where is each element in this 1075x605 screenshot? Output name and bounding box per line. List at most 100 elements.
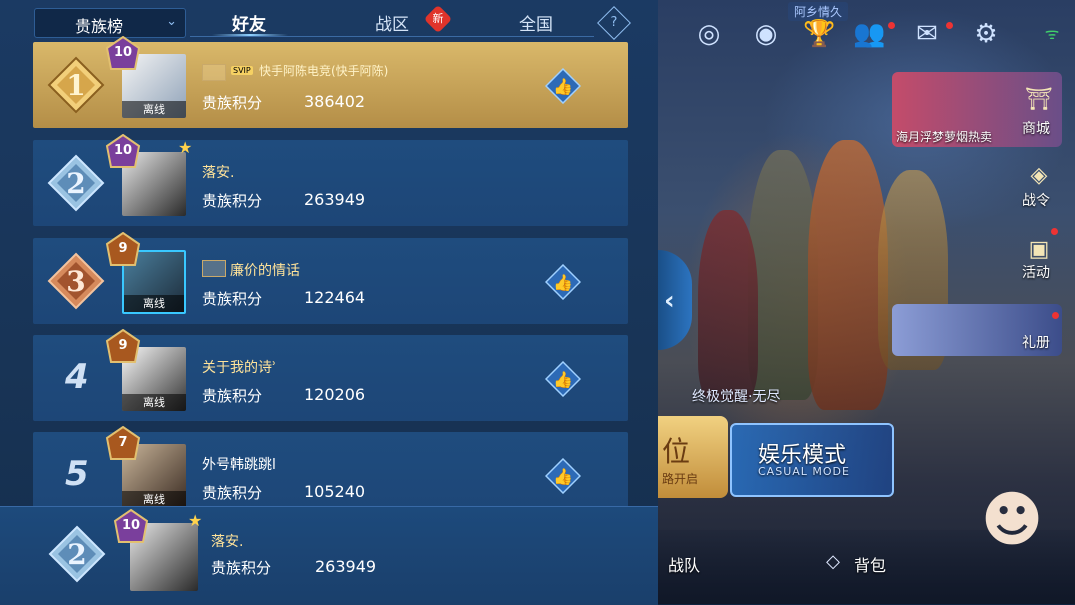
rank-number: 2 bbox=[66, 167, 85, 200]
player-name: 快手阿陈电竞(快手阿陈) bbox=[259, 64, 389, 78]
svg-text:👍: 👍 bbox=[553, 273, 573, 292]
noble-level-badge bbox=[105, 232, 141, 266]
bag-button[interactable]: 背包 bbox=[854, 552, 886, 576]
score-value: 263949 bbox=[315, 557, 377, 576]
noble-level-badge bbox=[105, 329, 141, 363]
bronze-medal-icon: 3 bbox=[47, 252, 105, 310]
star-icon: ★ bbox=[188, 511, 203, 530]
like-icon[interactable]: 👍 bbox=[545, 264, 581, 300]
rank-number: 2 bbox=[67, 538, 86, 571]
new-badge-label: 新 bbox=[432, 12, 444, 25]
score-value: 386402 bbox=[304, 92, 366, 111]
shop-promo-label: 海月浮梦萝烟热卖 bbox=[896, 130, 993, 144]
mail-icon[interactable]: ✉ bbox=[911, 18, 943, 50]
events-icon[interactable]: ▣ bbox=[1024, 236, 1054, 264]
score-value: 120206 bbox=[304, 385, 366, 404]
svg-text:👍: 👍 bbox=[553, 467, 573, 486]
bottom-bar: 战队 ◇ 背包 ☻ bbox=[658, 485, 1075, 604]
notification-dot bbox=[1051, 228, 1058, 235]
star-icon: ★ bbox=[178, 138, 193, 157]
player-name: 廉价的情话 bbox=[230, 263, 300, 279]
chevron-down-icon: ⌄ bbox=[166, 14, 177, 29]
notification-dot bbox=[888, 22, 895, 29]
silver-medal-icon: 2 bbox=[47, 154, 105, 212]
my-rank-row: 2 10 ★ 落安. 贵族积分 263949 bbox=[0, 506, 658, 605]
hero-figure bbox=[698, 210, 758, 400]
book-icon bbox=[202, 260, 226, 277]
ranked-mode-title: 位 bbox=[662, 435, 691, 468]
notification-dot bbox=[1052, 312, 1059, 319]
team-button[interactable]: 战队 bbox=[668, 552, 700, 576]
ranked-mode-card[interactable]: 位 路开启 bbox=[658, 416, 728, 498]
ranking-type-label: 贵族榜 bbox=[75, 17, 124, 36]
help-button[interactable]: ? bbox=[597, 6, 631, 40]
score-label: 贵族积分 bbox=[202, 387, 263, 405]
wifi-icon: ᯤ bbox=[1044, 24, 1060, 43]
casual-mode-button[interactable]: 娱乐模式 CASUAL MODE bbox=[730, 423, 894, 497]
tab-divider bbox=[190, 36, 594, 37]
player-name: 关于我的诗ʾ bbox=[202, 360, 277, 376]
panel-header: 贵族榜 ⌄ 好友 战区 新 全国 ? bbox=[0, 0, 658, 40]
shop-label[interactable]: 商城 bbox=[1022, 118, 1050, 138]
target-icon[interactable]: ◎ bbox=[693, 18, 725, 50]
rank-number: 3 bbox=[66, 265, 85, 298]
tab-region[interactable]: 战区 bbox=[375, 10, 409, 35]
noble-level: 10 bbox=[121, 518, 141, 533]
ranking-type-dropdown[interactable]: 贵族榜 ⌄ bbox=[34, 8, 186, 38]
leaderboard-row[interactable]: 4 离线 9 关于我的诗ʾ 贵族积分 120206 👍 bbox=[33, 329, 628, 421]
leaderboard-row[interactable]: 2 10 ★ 落安. 贵族积分 263949 bbox=[33, 134, 628, 226]
like-icon[interactable]: 👍 bbox=[545, 361, 581, 397]
like-icon[interactable]: 👍 bbox=[545, 68, 581, 104]
player-name: 落安. bbox=[202, 165, 235, 181]
score-label: 贵族积分 bbox=[211, 559, 272, 577]
tab-national[interactable]: 全国 bbox=[519, 10, 553, 35]
offline-label: 离线 bbox=[122, 101, 186, 118]
mode-banner: 终极觉醒·无尽 bbox=[692, 389, 781, 405]
rank-number: 4 bbox=[65, 357, 89, 397]
noble-level-badge bbox=[105, 36, 141, 70]
offline-label: 离线 bbox=[124, 295, 184, 312]
score-value: 105240 bbox=[304, 482, 366, 501]
bag-icon[interactable]: ◇ bbox=[818, 548, 848, 576]
gear-icon[interactable]: ⚙ bbox=[970, 18, 1002, 50]
score-label: 贵族积分 bbox=[202, 192, 263, 210]
friends-icon[interactable]: 👥 bbox=[853, 18, 885, 50]
noble-level-badge bbox=[105, 426, 141, 460]
score-label: 贵族积分 bbox=[202, 484, 263, 502]
score-label: 贵族积分 bbox=[202, 290, 263, 308]
eye-icon[interactable]: ◉ bbox=[750, 18, 782, 50]
casual-mode-subtitle: CASUAL MODE bbox=[758, 465, 850, 478]
score-label: 贵族积分 bbox=[202, 94, 263, 112]
hero-figure bbox=[808, 140, 888, 410]
battlepass-label[interactable]: 战令 bbox=[1022, 190, 1050, 210]
lobby-background: 阿乡情久 ◎ ◉ 🏆 👥 ✉ ⚙ ᯤ 海月浮梦萝烟热卖 ⛩ 商城 ◈ 战令 ▣ … bbox=[658, 0, 1075, 604]
like-icon[interactable]: 👍 bbox=[545, 458, 581, 494]
tab-friends[interactable]: 好友 bbox=[232, 10, 266, 35]
new-badge: 新 bbox=[423, 4, 453, 34]
gifts-label[interactable]: 礼册 bbox=[1022, 332, 1050, 352]
events-label[interactable]: 活动 bbox=[1022, 262, 1050, 282]
rank-number: 1 bbox=[66, 69, 85, 102]
ranked-mode-sub: 路开启 bbox=[662, 472, 699, 486]
rank-number: 5 bbox=[65, 454, 89, 494]
battlepass-icon[interactable]: ◈ bbox=[1024, 162, 1054, 190]
mascot-icon: ☻ bbox=[980, 485, 1044, 555]
player-name: 落安. bbox=[211, 534, 244, 550]
offline-label: 离线 bbox=[122, 394, 186, 411]
score-value: 122464 bbox=[304, 288, 366, 307]
leaderboard-panel: 贵族榜 ⌄ 好友 战区 新 全国 ? 1 离线 10 SVIP 快手阿陈电竞(快… bbox=[0, 0, 658, 605]
svip-badge: SVIP bbox=[231, 66, 253, 75]
leaderboard-row[interactable]: 3 离线 9 廉价的情话 贵族积分 122464 👍 bbox=[33, 232, 628, 324]
svg-text:👍: 👍 bbox=[553, 77, 573, 96]
noble-level-badge bbox=[105, 134, 141, 168]
notification-dot bbox=[946, 22, 953, 29]
shop-icon[interactable]: ⛩ bbox=[1024, 86, 1054, 114]
noble-level-text-wrap: 10 bbox=[113, 509, 149, 545]
svg-text:👍: 👍 bbox=[553, 370, 573, 389]
leaderboard-row[interactable]: 1 离线 10 SVIP 快手阿陈电竞(快手阿陈) 贵族积分 386402 👍 bbox=[33, 36, 628, 128]
question-icon: ? bbox=[610, 15, 618, 30]
silver-medal-icon: 2 bbox=[48, 525, 106, 583]
trophy-icon[interactable]: 🏆 bbox=[803, 18, 835, 50]
player-name: 外号韩跳跳l bbox=[202, 457, 276, 473]
chevron-left-icon: ‹ bbox=[664, 286, 675, 316]
